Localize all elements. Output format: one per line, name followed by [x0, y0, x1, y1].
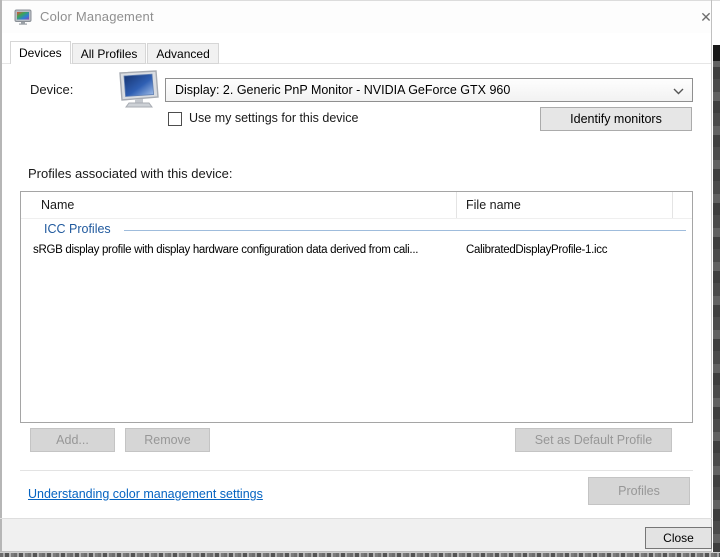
profiles-list: Name File name ICC Profiles sRGB display… [20, 191, 693, 423]
profile-list-item[interactable]: sRGB display profile with display hardwa… [21, 241, 692, 261]
icc-profiles-group-line [124, 230, 686, 231]
background-remnant-bottom [0, 552, 720, 557]
tab-advanced[interactable]: Advanced [147, 43, 219, 64]
monitor-icon [119, 70, 159, 108]
profile-name-cell: sRGB display profile with display hardwa… [33, 244, 419, 256]
close-button[interactable]: Close [645, 527, 712, 549]
profile-file-cell: CalibratedDisplayProfile-1.icc [466, 244, 608, 256]
tab-all-profiles[interactable]: All Profiles [71, 43, 147, 64]
identify-monitors-button[interactable]: Identify monitors [540, 107, 692, 131]
add-button[interactable]: Add... [30, 428, 115, 452]
color-management-icon [14, 9, 32, 25]
use-my-settings-checkbox[interactable] [168, 112, 182, 126]
color-management-dialog: Color Management ✕ Devices All Profiles … [0, 0, 720, 557]
title-bar: Color Management ✕ [2, 1, 712, 33]
column-separator [456, 192, 457, 218]
set-as-default-profile-button[interactable]: Set as Default Profile [515, 428, 672, 452]
icc-profiles-group-label: ICC Profiles [44, 222, 111, 236]
profiles-button[interactable]: Profiles [588, 477, 690, 505]
chevron-down-icon [673, 88, 684, 95]
background-remnant-right [713, 45, 720, 557]
window-title: Color Management [40, 9, 154, 24]
device-label: Device: [30, 82, 74, 97]
window-border-left [0, 0, 2, 557]
remove-button[interactable]: Remove [125, 428, 210, 452]
understanding-color-management-link[interactable]: Understanding color management settings [28, 487, 263, 501]
column-header-name[interactable]: Name [41, 198, 74, 212]
section-divider [20, 470, 693, 471]
tab-devices[interactable]: Devices [10, 41, 71, 64]
close-icon[interactable]: ✕ [696, 7, 716, 27]
use-my-settings-label: Use my settings for this device [189, 111, 359, 125]
header-underline [21, 218, 692, 219]
device-dropdown-value: Display: 2. Generic PnP Monitor - NVIDIA… [175, 83, 511, 97]
tab-strip: Devices All Profiles Advanced [10, 41, 220, 64]
footer-bar [2, 519, 711, 552]
profiles-associated-label: Profiles associated with this device: [28, 166, 233, 181]
device-dropdown[interactable]: Display: 2. Generic PnP Monitor - NVIDIA… [165, 78, 693, 102]
column-separator [672, 192, 673, 218]
icc-profiles-group-header: ICC Profiles [21, 220, 692, 238]
window-border-right [711, 0, 712, 557]
column-header-file-name[interactable]: File name [466, 198, 521, 212]
